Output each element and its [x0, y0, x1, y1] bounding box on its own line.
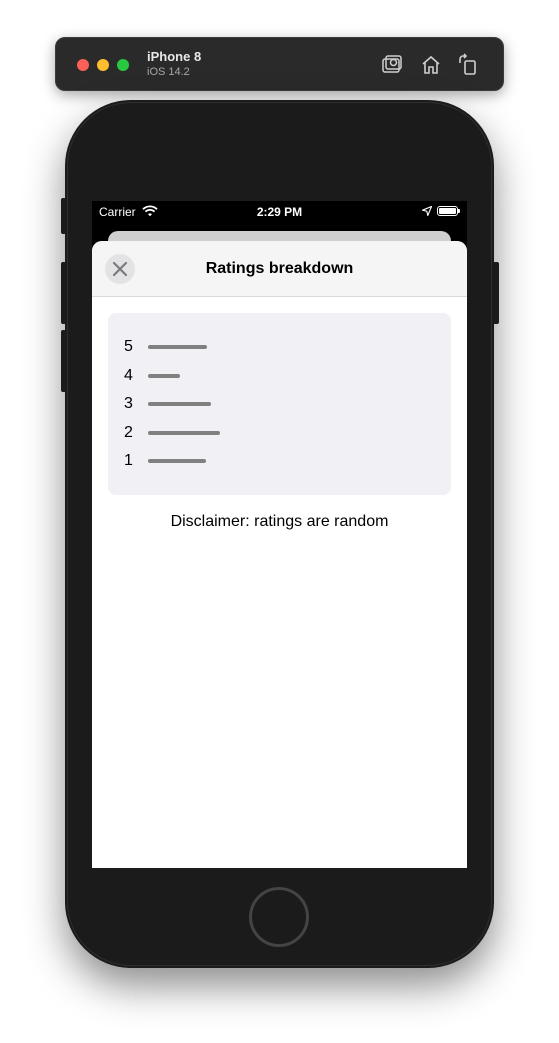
mute-switch [61, 198, 66, 234]
rating-label: 1 [124, 452, 133, 469]
zoom-window-button[interactable] [117, 59, 129, 71]
rating-bar [148, 459, 206, 463]
sheet-title: Ratings breakdown [205, 260, 354, 277]
rating-bar [148, 431, 220, 435]
battery-icon [437, 206, 460, 216]
device-screen: Carrier 2:29 PM Ratings breakdown 5 4 3 … [92, 201, 467, 868]
simulator-title-bar: iPhone 8 iOS 14.2 [55, 37, 504, 91]
disclaimer-text: Disclaimer: ratings are random [170, 513, 389, 530]
rating-bar [148, 402, 211, 406]
location-arrow-icon [420, 205, 433, 219]
rating-label: 5 [124, 338, 133, 355]
ratings-breakdown-panel: 5 4 3 2 1 [108, 313, 451, 495]
rating-label: 3 [124, 395, 133, 412]
minimize-window-button[interactable] [97, 59, 109, 71]
ratings-sheet: Ratings breakdown 5 4 3 2 1 Disclaimer: … [92, 241, 467, 868]
power-button [493, 262, 499, 324]
volume-down-button [61, 330, 66, 392]
volume-up-button [61, 262, 66, 324]
rotate-icon[interactable] [456, 53, 480, 77]
home-icon[interactable] [419, 53, 443, 77]
rating-label: 2 [124, 424, 133, 441]
sheet-navigation-bar: Ratings breakdown [92, 241, 467, 297]
home-button[interactable] [249, 887, 309, 947]
device-name: iPhone 8 [147, 49, 202, 64]
screenshot-icon[interactable] [380, 53, 404, 77]
status-bar: Carrier 2:29 PM [92, 201, 467, 221]
rating-bar [148, 345, 207, 349]
rating-bar [148, 374, 180, 378]
os-version: iOS 14.2 [147, 66, 190, 78]
status-time: 2:29 PM [256, 205, 303, 219]
rating-label: 4 [124, 367, 133, 384]
close-window-button[interactable] [77, 59, 89, 71]
